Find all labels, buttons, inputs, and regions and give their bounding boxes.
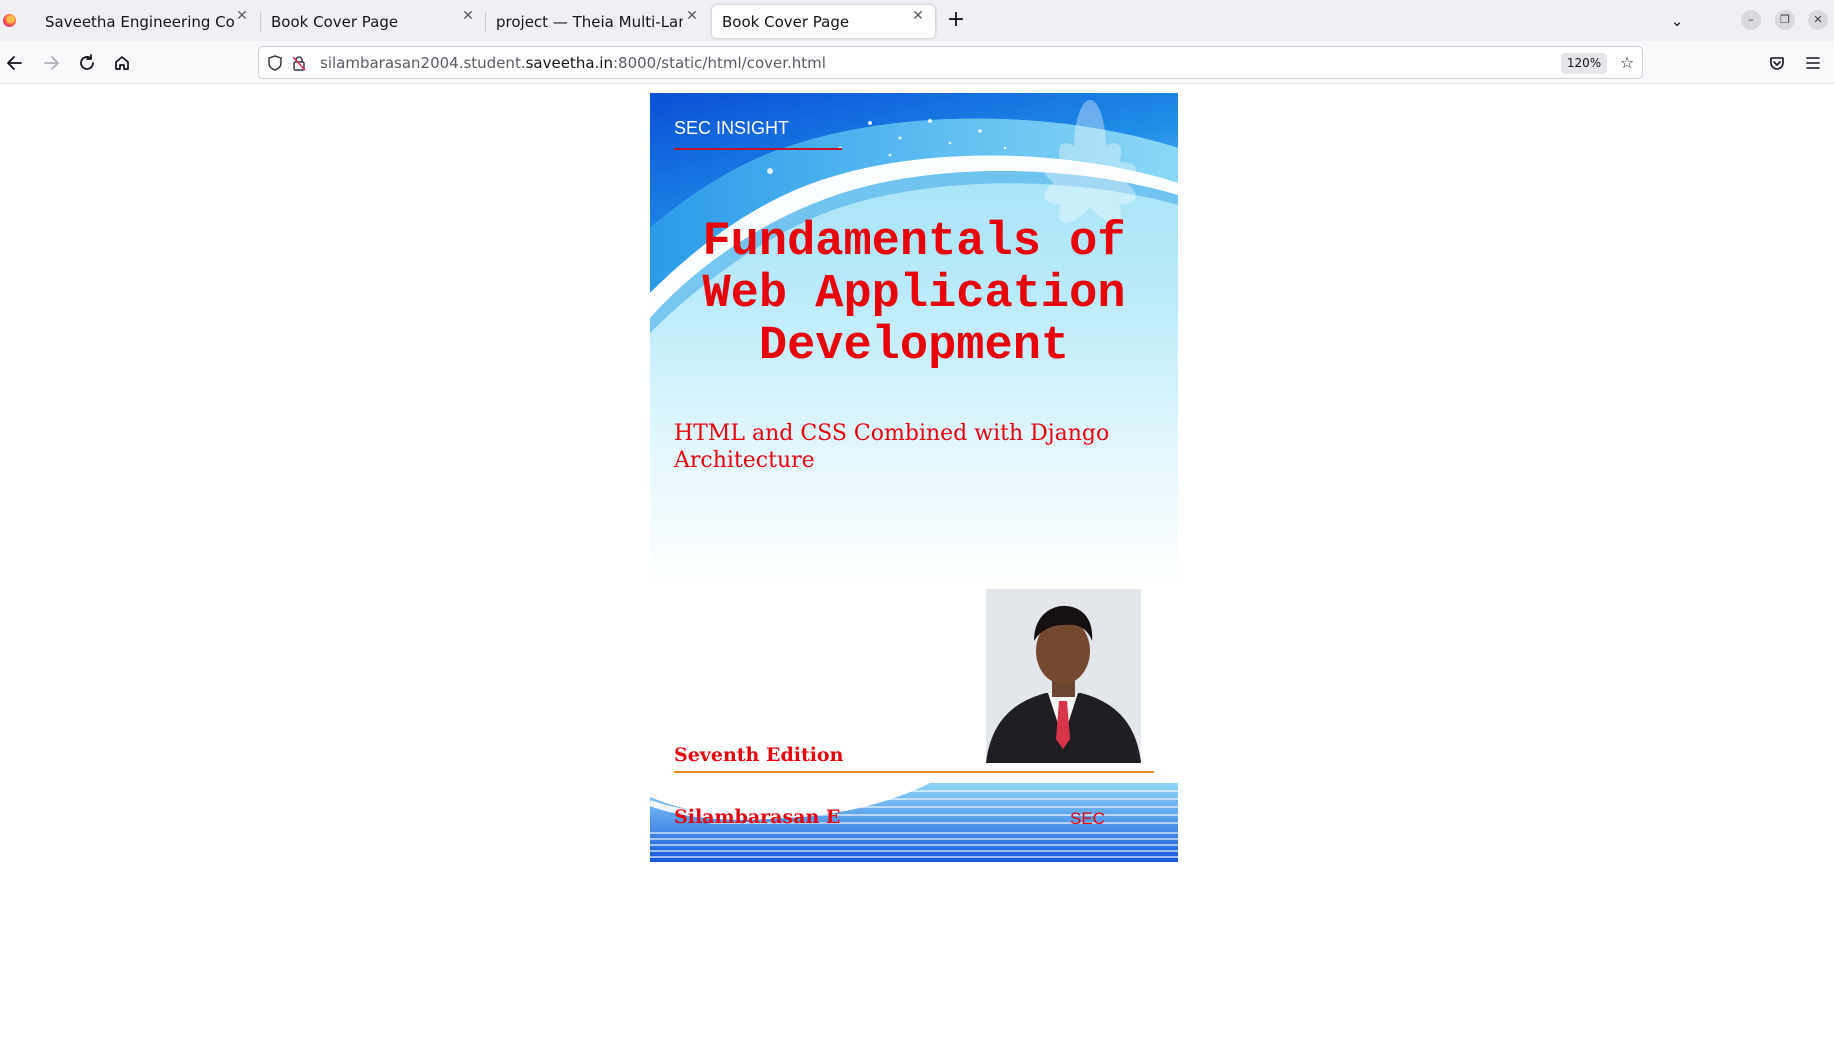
- minimize-window-icon[interactable]: –: [1741, 10, 1761, 30]
- tab-title: Book Cover Page: [271, 12, 399, 31]
- tab-book-cover-1[interactable]: Book Cover Page: [261, 5, 479, 38]
- close-tab-icon[interactable]: ✕: [682, 6, 702, 26]
- back-arrow-icon[interactable]: [1, 49, 29, 77]
- book-title-line: Development: [758, 320, 1070, 373]
- url-prefix: silambarasan2004.student.: [320, 54, 526, 72]
- pocket-icon[interactable]: [1764, 50, 1790, 76]
- home-icon[interactable]: [108, 49, 136, 77]
- list-all-tabs-chevron-icon[interactable]: ⌄: [1665, 9, 1689, 33]
- tracking-shield-icon[interactable]: [266, 54, 284, 72]
- tab-book-cover-active[interactable]: Book Cover Page: [712, 5, 935, 38]
- new-tab-button[interactable]: +: [943, 7, 969, 33]
- bookmark-star-icon[interactable]: ☆: [1617, 53, 1637, 73]
- edition-divider: [674, 771, 1154, 773]
- tab-title: Saveetha Engineering College: [45, 12, 235, 31]
- close-tab-icon[interactable]: ✕: [908, 6, 928, 26]
- reload-icon[interactable]: [73, 49, 101, 77]
- tab-theia-project[interactable]: project — Theia Multi-Language: [486, 5, 691, 38]
- tab-strip: Saveetha Engineering College ✕ Book Cove…: [0, 0, 1834, 41]
- close-tab-icon[interactable]: ✕: [458, 6, 478, 26]
- insecure-lock-icon[interactable]: [290, 54, 308, 72]
- author-name: Silambarasan E: [674, 806, 841, 828]
- url-text[interactable]: silambarasan2004.student.saveetha.in:800…: [320, 54, 826, 72]
- address-bar[interactable]: silambarasan2004.student.saveetha.in:800…: [258, 46, 1643, 79]
- tab-title: project — Theia Multi-Language: [496, 12, 683, 31]
- zoom-level-button[interactable]: 120%: [1561, 53, 1607, 74]
- url-path: :8000/static/html/cover.html: [612, 54, 826, 72]
- url-domain: saveetha.in: [525, 54, 613, 72]
- book-title: Fundamentals of Web Application Developm…: [650, 217, 1178, 373]
- brand-label: SEC INSIGHT: [674, 118, 790, 138]
- restore-window-icon[interactable]: ❐: [1775, 10, 1795, 30]
- tab-saveetha-college[interactable]: Saveetha Engineering College: [35, 5, 250, 38]
- book-subtitle: HTML and CSS Combined with Django Archit…: [674, 421, 1110, 473]
- author-photo: [986, 589, 1141, 763]
- firefox-logo-icon: [3, 14, 16, 27]
- book-title-line: Web Application: [702, 268, 1126, 321]
- brand-underline: [674, 148, 842, 150]
- book-title-line: Fundamentals of: [702, 216, 1126, 269]
- close-tab-icon[interactable]: ✕: [232, 6, 252, 26]
- hamburger-menu-icon[interactable]: [1800, 50, 1826, 76]
- tab-title: Book Cover Page: [722, 12, 850, 31]
- edition-label: Seventh Edition: [674, 744, 844, 766]
- navigation-toolbar: silambarasan2004.student.saveetha.in:800…: [0, 41, 1834, 84]
- book-cover: SEC INSIGHT Fundamentals of Web Applicat…: [650, 93, 1178, 862]
- forward-arrow-icon[interactable]: [37, 49, 65, 77]
- college-label: SEC: [1070, 809, 1105, 828]
- close-window-icon[interactable]: ✕: [1808, 10, 1828, 30]
